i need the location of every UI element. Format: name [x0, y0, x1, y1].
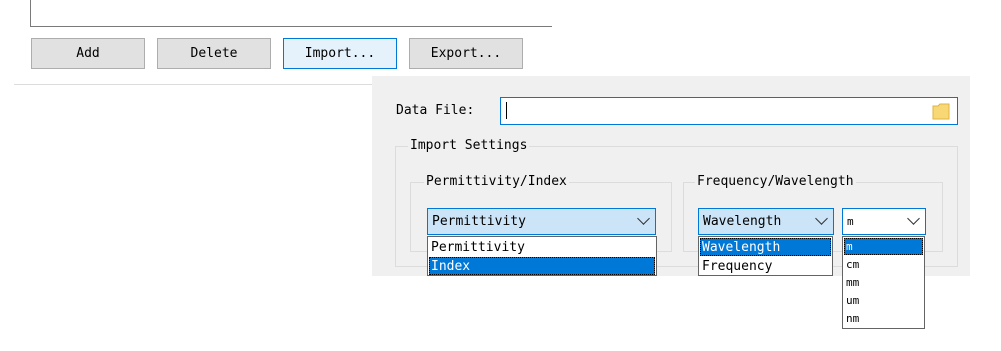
unit-dropdown: m cm mm um nm: [842, 236, 925, 329]
wavelength-frequency-combo[interactable]: Wavelength: [698, 208, 834, 235]
export-button[interactable]: Export...: [409, 38, 523, 69]
unit-combo-value: m: [847, 215, 854, 228]
data-file-label: Data File:: [396, 103, 475, 118]
data-file-input[interactable]: [500, 97, 958, 125]
unit-option-m[interactable]: m: [844, 238, 923, 255]
wavelength-frequency-dropdown: Wavelength Frequency: [698, 236, 833, 276]
folder-icon[interactable]: [931, 101, 951, 121]
unit-option-um[interactable]: um: [844, 292, 923, 309]
permittivity-option[interactable]: Permittivity: [429, 238, 655, 256]
chevron-down-icon: [907, 212, 920, 225]
delete-button[interactable]: Delete: [157, 38, 271, 69]
unit-option-mm[interactable]: mm: [844, 274, 923, 291]
import-button[interactable]: Import...: [283, 38, 397, 69]
wavelength-frequency-combo-value: Wavelength: [703, 214, 782, 229]
permittivity-dropdown: Permittivity Index: [427, 236, 657, 276]
frequency-legend: Frequency/Wavelength: [695, 174, 856, 189]
chevron-down-icon: [815, 212, 828, 225]
unit-option-nm[interactable]: nm: [844, 310, 923, 327]
permittivity-combo[interactable]: Permittivity: [427, 208, 656, 235]
unit-option-cm[interactable]: cm: [844, 256, 923, 273]
import-settings-legend: Import Settings: [408, 138, 530, 153]
chevron-down-icon: [637, 212, 650, 225]
permittivity-legend: Permittivity/Index: [424, 174, 569, 189]
permittivity-combo-value: Permittivity: [432, 214, 526, 229]
text-caret: [506, 102, 507, 119]
list-box-frame: [30, 0, 552, 27]
add-button[interactable]: Add: [31, 38, 145, 69]
unit-combo[interactable]: m: [842, 208, 926, 235]
divider: [14, 84, 374, 85]
index-option[interactable]: Index: [429, 257, 655, 275]
frequency-option[interactable]: Frequency: [700, 257, 831, 275]
wavelength-option[interactable]: Wavelength: [700, 238, 831, 256]
